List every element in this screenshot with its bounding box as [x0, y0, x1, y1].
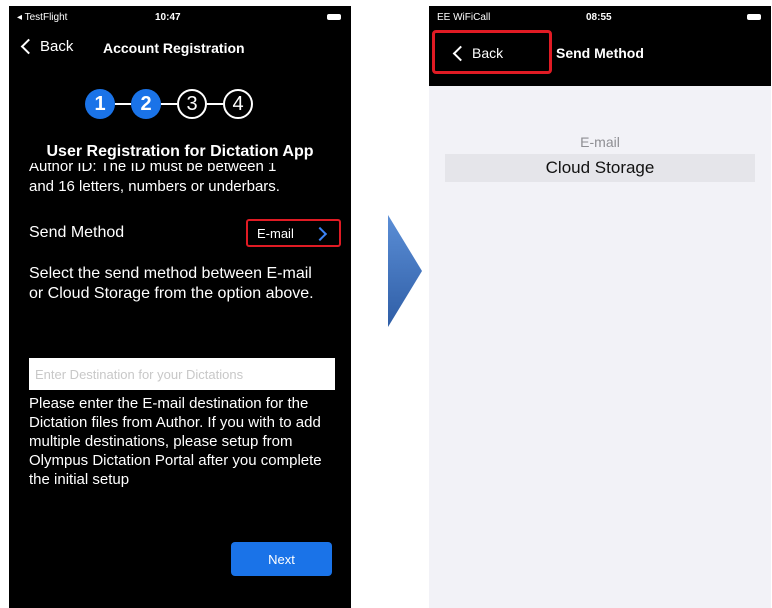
author-id-hint-line1: Author ID: The ID must be between 1 [29, 163, 277, 175]
page-title: Send Method [556, 45, 644, 61]
option-email[interactable]: E-mail [429, 134, 771, 150]
status-time: 10:47 [155, 12, 181, 23]
author-id-hint-line2: and 16 letters, numbers or underbars. [29, 178, 280, 195]
step-4: 4 [223, 89, 253, 119]
author-id-hint-clipped: Author ID: The ID must be between 1 [29, 163, 339, 177]
back-label: Back [40, 38, 74, 55]
send-method-screen: EE WiFiCall 08:55 Back Send Method E-mai… [429, 6, 771, 608]
step-connector [161, 103, 177, 105]
status-bar: EE WiFiCall 08:55 [429, 6, 771, 30]
registration-title: User Registration for Dictation App [46, 143, 314, 160]
step-connector [207, 103, 223, 105]
battery-icon [747, 14, 761, 20]
header: EE WiFiCall 08:55 Back Send Method [429, 6, 771, 86]
highlight-box [246, 219, 341, 247]
carrier-label: ◂ TestFlight [17, 12, 68, 23]
send-method-label: Send Method [29, 224, 125, 241]
status-bar: ◂ TestFlight 10:47 [9, 6, 351, 30]
destination-input[interactable] [29, 358, 335, 390]
step-3: 3 [177, 89, 207, 119]
next-button[interactable]: Next [231, 542, 332, 576]
page-title: Account Registration [103, 40, 245, 56]
destination-description: Please enter the E-mail destination for … [29, 395, 322, 488]
option-cloud-storage[interactable]: Cloud Storage [445, 154, 755, 182]
account-registration-screen: ◂ TestFlight 10:47 Back Account Registra… [9, 6, 351, 608]
nav-bar: Back Account Registration [9, 30, 351, 70]
send-method-description: Select the send method between E-mail or… [29, 265, 314, 302]
battery-icon [327, 14, 341, 20]
step-indicator: 1 2 3 4 [85, 89, 285, 123]
step-1: 1 [85, 89, 115, 119]
back-button[interactable]: Back [19, 38, 73, 55]
step-connector [115, 103, 131, 105]
highlight-box [432, 30, 552, 74]
carrier-label: EE WiFiCall [437, 12, 491, 23]
chevron-left-icon [20, 38, 37, 55]
arrow-right-icon [388, 215, 422, 327]
step-2: 2 [131, 89, 161, 119]
status-time: 08:55 [586, 12, 612, 23]
